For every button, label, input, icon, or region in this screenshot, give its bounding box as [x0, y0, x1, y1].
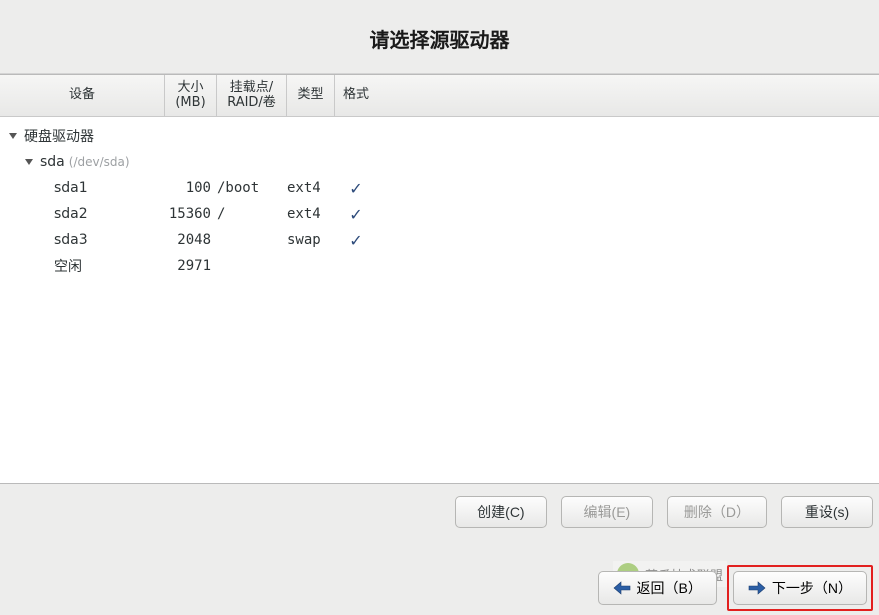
partition-type: swap — [287, 232, 335, 248]
partition-mount: /boot — [217, 180, 287, 196]
table-row[interactable]: sda2 15360 / ext4 ✓ — [0, 201, 879, 227]
partition-type: ext4 — [287, 180, 335, 196]
check-icon: ✓ — [349, 179, 362, 198]
table-row[interactable]: sda1 100 /boot ext4 ✓ — [0, 175, 879, 201]
partition-name: sda2 — [54, 206, 88, 222]
reset-button[interactable]: 重设(s) — [781, 496, 873, 528]
create-button[interactable]: 创建(C) — [455, 496, 547, 528]
partition-name: sda3 — [54, 232, 88, 248]
next-button-label: 下一步（N） — [772, 578, 852, 598]
edit-button: 编辑(E) — [561, 496, 653, 528]
arrow-left-icon — [613, 581, 631, 595]
partition-size: 15360 — [165, 206, 217, 222]
partition-name: 空闲 — [54, 256, 82, 276]
check-icon: ✓ — [349, 231, 362, 250]
partition-table: 设备 大小 (MB) 挂载点/ RAID/卷 类型 格式 硬盘驱动器 sda (… — [0, 74, 879, 484]
partition-size: 100 — [165, 180, 217, 196]
device-tree: 硬盘驱动器 sda (/dev/sda) sda1 100 /boot ext4… — [0, 117, 879, 285]
disk-devpath: (/dev/sda) — [69, 155, 130, 169]
back-button[interactable]: 返回（B） — [598, 571, 717, 605]
tree-root-label: 硬盘驱动器 — [24, 126, 94, 146]
partition-size: 2048 — [165, 232, 217, 248]
page-title: 请选择源驱动器 — [0, 0, 879, 74]
disk-name: sda — [40, 154, 65, 170]
expand-toggle-icon[interactable] — [22, 155, 36, 169]
back-button-label: 返回（B） — [637, 578, 702, 598]
nav-button-row: 返回（B） 下一步（N） — [598, 565, 873, 611]
expand-toggle-icon[interactable] — [6, 129, 20, 143]
col-header-mount[interactable]: 挂载点/ RAID/卷 — [217, 75, 287, 116]
tree-disk-sda[interactable]: sda (/dev/sda) — [0, 149, 879, 175]
table-row[interactable]: 空闲 2971 — [0, 253, 879, 279]
partition-type: ext4 — [287, 206, 335, 222]
partition-name: sda1 — [54, 180, 88, 196]
check-icon: ✓ — [349, 205, 362, 224]
col-header-type[interactable]: 类型 — [287, 75, 335, 116]
arrow-right-icon — [748, 581, 766, 595]
col-header-format[interactable]: 格式 — [335, 75, 377, 116]
next-button[interactable]: 下一步（N） — [733, 571, 867, 605]
col-header-device[interactable]: 设备 — [0, 75, 165, 116]
action-button-row: 创建(C) 编辑(E) 删除（D） 重设(s) — [0, 484, 879, 538]
partition-size: 2971 — [165, 258, 217, 274]
next-button-highlight: 下一步（N） — [727, 565, 873, 611]
table-header-row: 设备 大小 (MB) 挂载点/ RAID/卷 类型 格式 — [0, 75, 879, 117]
tree-root-harddrives[interactable]: 硬盘驱动器 — [0, 123, 879, 149]
col-header-size[interactable]: 大小 (MB) — [165, 75, 217, 116]
partition-mount: / — [217, 206, 287, 222]
delete-button: 删除（D） — [667, 496, 767, 528]
table-row[interactable]: sda3 2048 swap ✓ — [0, 227, 879, 253]
